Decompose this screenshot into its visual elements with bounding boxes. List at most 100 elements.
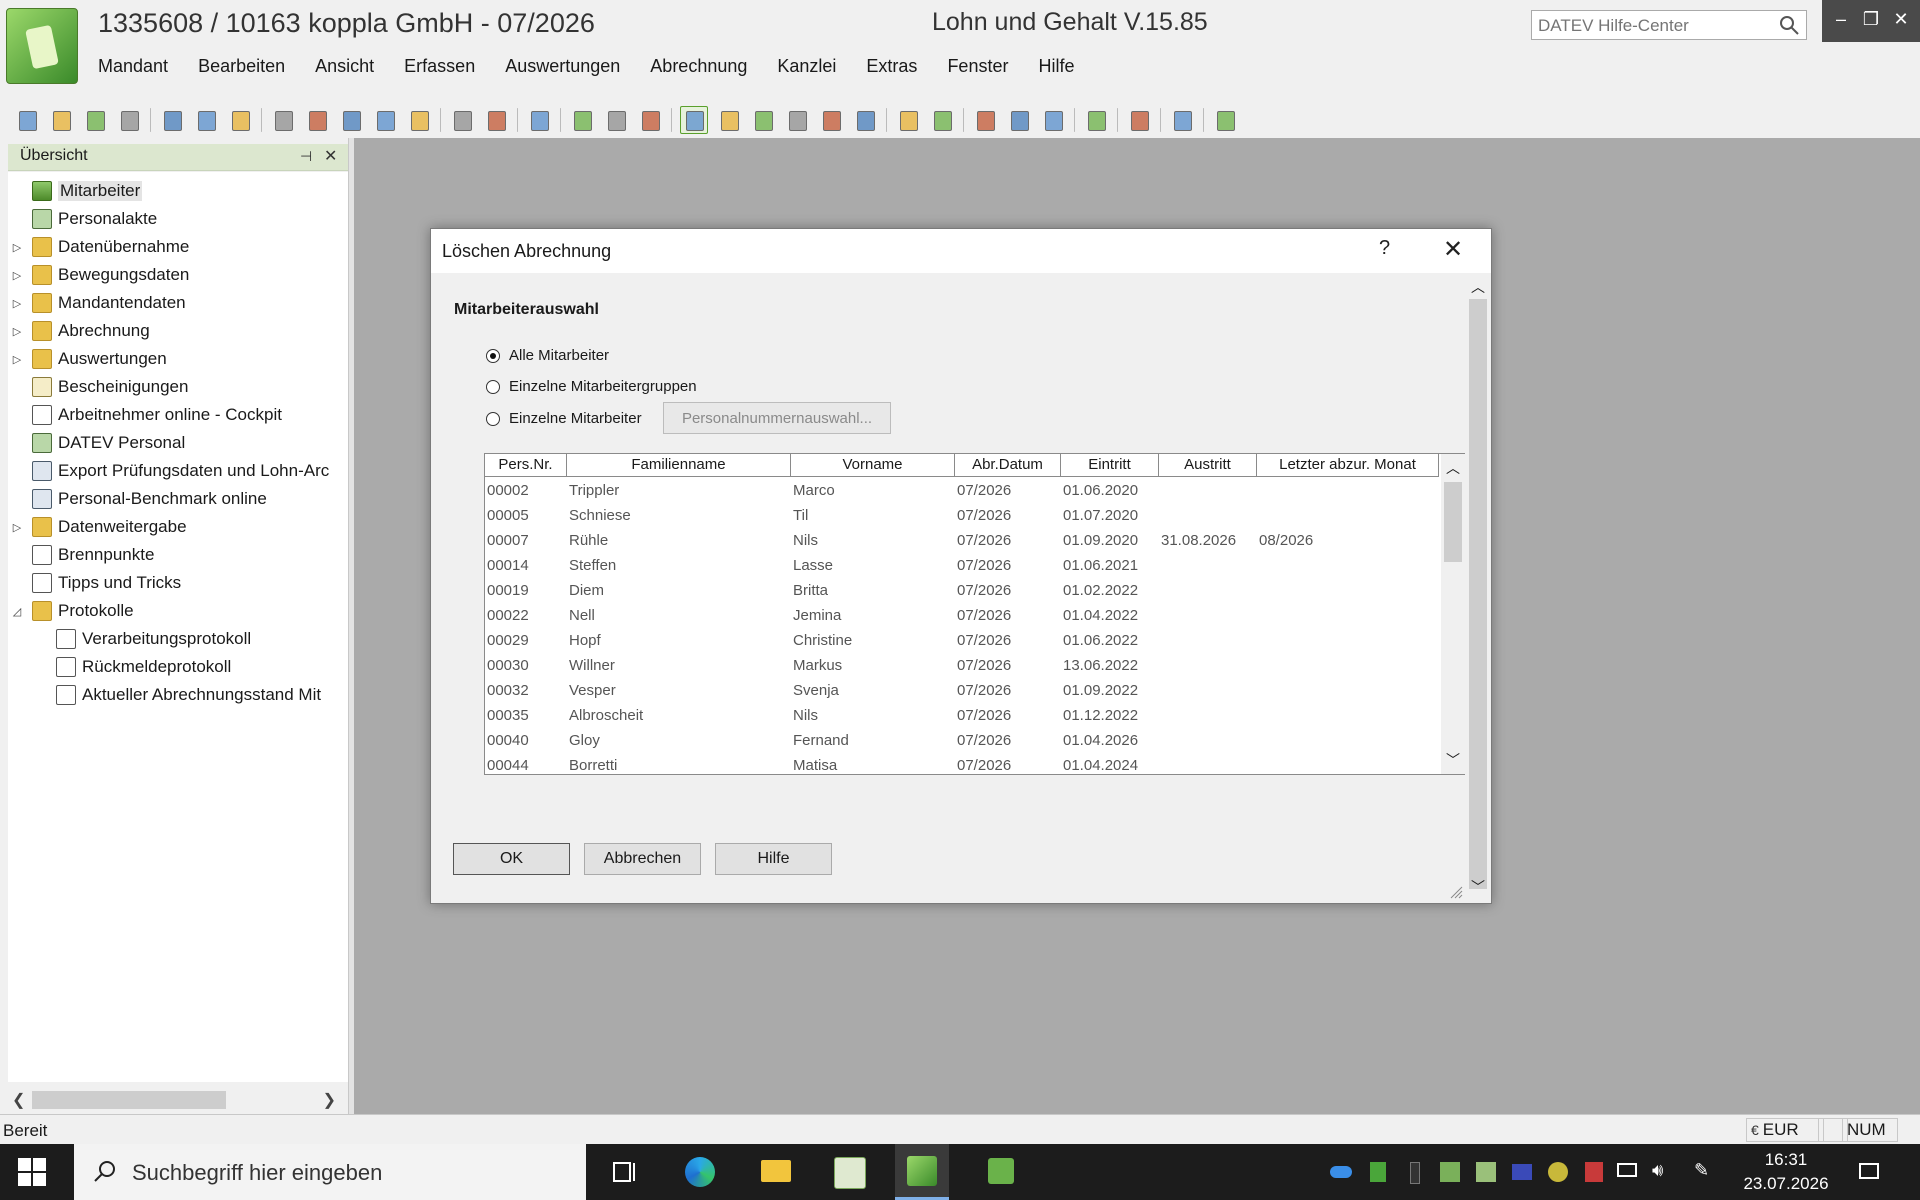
form-icon[interactable] <box>338 107 364 133</box>
expand-arrow-icon[interactable]: ▷ <box>10 269 24 282</box>
tree-item-rückmeldeprotokoll[interactable]: Rückmeldeprotokoll <box>34 654 231 680</box>
table-icon[interactable] <box>852 107 878 133</box>
close-button[interactable]: ✕ <box>1890 8 1912 30</box>
table-row[interactable]: 00030 Willner Markus 07/2026 13.06.2022 <box>485 653 1439 678</box>
scroll-down-icon[interactable]: ﹀ <box>1446 750 1460 770</box>
lohn-und-gehalt-taskbar-icon[interactable] <box>895 1144 949 1200</box>
expand-arrow-icon[interactable]: ◿ <box>10 605 24 618</box>
volume-icon[interactable]: 🔊︎ <box>1652 1160 1676 1184</box>
dialog-help-icon[interactable]: ? <box>1379 237 1390 260</box>
menu-auswertungen[interactable]: Auswertungen <box>505 56 620 82</box>
tree-icon[interactable] <box>680 106 708 134</box>
table-vertical-scrollbar[interactable]: ︿ ﹀ <box>1441 454 1465 774</box>
column-header[interactable]: Familienname <box>567 454 791 476</box>
close-overview-icon[interactable]: ✕ <box>324 146 337 166</box>
telescope-icon[interactable] <box>1212 107 1238 133</box>
tree-item-mitarbeiter[interactable]: Mitarbeiter <box>10 178 143 204</box>
column-header[interactable]: Austritt <box>1159 454 1257 476</box>
scroll-left-icon[interactable]: ❮ <box>12 1090 25 1110</box>
tray-app5-icon[interactable] <box>1546 1160 1570 1184</box>
help-search-input[interactable] <box>1532 11 1779 41</box>
radio-single-employees-icon[interactable] <box>486 411 500 426</box>
tree-item-datev-personal[interactable]: DATEV Personal <box>10 430 185 456</box>
expand-arrow-icon[interactable]: ▷ <box>10 325 24 338</box>
personnel-number-selection-button[interactable]: Personalnummernauswahl... <box>663 402 891 434</box>
print-icon[interactable] <box>193 107 219 133</box>
menu-extras[interactable]: Extras <box>866 56 917 82</box>
export-icon[interactable] <box>929 107 955 133</box>
help-button[interactable]: Hilfe <box>715 843 832 875</box>
expand-arrow-icon[interactable]: ▷ <box>10 241 24 254</box>
calendar-31-icon[interactable] <box>1040 107 1066 133</box>
print-preview-icon[interactable] <box>159 107 185 133</box>
tree-item-personalakte[interactable]: Personalakte <box>10 206 157 232</box>
tree-item-personal-benchmark-online[interactable]: Personal-Benchmark online <box>10 486 267 512</box>
tray-help-icon[interactable] <box>1582 1160 1606 1184</box>
menu-mandant[interactable]: Mandant <box>98 56 168 82</box>
edge-browser-icon[interactable] <box>673 1144 727 1200</box>
task-view-icon[interactable] <box>597 1144 651 1200</box>
employee-list-icon[interactable] <box>784 107 810 133</box>
table-row[interactable]: 00022 Nell Jemina 07/2026 01.04.2022 <box>485 603 1439 628</box>
tray-app-icon[interactable] <box>1366 1160 1390 1184</box>
column-header[interactable]: Letzter abzur. Monat <box>1257 454 1439 476</box>
folder-icon[interactable] <box>82 107 108 133</box>
expand-arrow-icon[interactable]: ▷ <box>10 353 24 366</box>
tree-item-tipps-und-tricks[interactable]: Tipps und Tricks <box>10 570 181 596</box>
radio-single-employees[interactable]: Einzelne Mitarbeiter <box>486 410 642 427</box>
paste-icon[interactable] <box>637 107 663 133</box>
tree-item-bewegungsdaten[interactable]: ▷ Bewegungsdaten <box>10 262 189 288</box>
windows-start-icon[interactable] <box>18 1158 46 1186</box>
table-row[interactable]: 00014 Steffen Lasse 07/2026 01.06.2021 <box>485 553 1439 578</box>
menu-kanzlei[interactable]: Kanzlei <box>777 56 836 82</box>
help-center-search[interactable] <box>1531 10 1807 41</box>
network-icon[interactable] <box>1616 1160 1640 1184</box>
pen-icon[interactable]: ✎ <box>1694 1160 1718 1184</box>
radio-all-employees-icon[interactable] <box>486 348 500 363</box>
check-icon[interactable] <box>1083 107 1109 133</box>
scrollbar-thumb[interactable] <box>1469 299 1487 889</box>
radio-all-employees[interactable]: Alle Mitarbeiter <box>486 347 609 364</box>
tree-item-bescheinigungen[interactable]: Bescheinigungen <box>10 374 188 400</box>
refresh-icon[interactable] <box>1169 107 1195 133</box>
tray-app3-icon[interactable] <box>1474 1160 1498 1184</box>
table-row[interactable]: 00035 Albroscheit Nils 07/2026 01.12.2022 <box>485 703 1439 728</box>
tree-item-auswertungen[interactable]: ▷ Auswertungen <box>10 346 167 372</box>
dialog-close-icon[interactable]: ✕ <box>1443 235 1463 264</box>
calendar-icon[interactable] <box>483 107 509 133</box>
table-row[interactable]: 00032 Vesper Svenja 07/2026 01.09.2022 <box>485 678 1439 703</box>
search-icon[interactable] <box>1778 14 1800 36</box>
calendar-edit-icon[interactable] <box>449 107 475 133</box>
notification-icon[interactable] <box>1858 1160 1882 1184</box>
edit-icon[interactable] <box>818 107 844 133</box>
tree-item-brennpunkte[interactable]: Brennpunkte <box>10 542 154 568</box>
table-row[interactable]: 00029 Hopf Christine 07/2026 01.06.2022 <box>485 628 1439 653</box>
scrollbar-thumb[interactable] <box>1444 482 1462 562</box>
pin-icon[interactable]: ⊣ <box>300 148 312 165</box>
tree-item-datenweitergabe[interactable]: ▷ Datenweitergabe <box>10 514 187 540</box>
undo-icon[interactable] <box>526 107 552 133</box>
expand-arrow-icon[interactable]: ▷ <box>10 297 24 310</box>
open-folder-icon[interactable] <box>48 107 74 133</box>
handshake-icon[interactable] <box>372 107 398 133</box>
scroll-down-icon[interactable]: ﹀ <box>1471 877 1485 897</box>
tree-item-abrechnung[interactable]: ▷ Abrechnung <box>10 318 150 344</box>
tray-app4-icon[interactable] <box>1510 1160 1534 1184</box>
table-row[interactable]: 00007 Rühle Nils 07/2026 01.09.2020 31.08.202… <box>485 528 1439 553</box>
employee-search-icon[interactable] <box>750 107 776 133</box>
taskbar-clock[interactable]: 16:31 23.07.2026 <box>1738 1148 1834 1196</box>
radio-employee-groups[interactable]: Einzelne Mitarbeitergruppen <box>486 378 697 395</box>
tree-item-mandantendaten[interactable]: ▷ Mandantendaten <box>10 290 186 316</box>
ok-button[interactable]: OK <box>453 843 570 875</box>
menu-fenster[interactable]: Fenster <box>947 56 1008 82</box>
document-info-icon[interactable] <box>1006 107 1032 133</box>
save-icon[interactable] <box>116 107 142 133</box>
onedrive-icon[interactable] <box>1330 1160 1354 1184</box>
employee-icon[interactable] <box>716 107 742 133</box>
tree-item-aktueller-abrechnungsstand-mit[interactable]: Aktueller Abrechnungsstand Mit <box>34 682 321 708</box>
network-icon[interactable] <box>227 107 253 133</box>
import-icon[interactable] <box>895 107 921 133</box>
scroll-up-icon[interactable]: ︿ <box>1471 277 1485 297</box>
tray-app2-icon[interactable] <box>1438 1160 1462 1184</box>
taskbar-search-box[interactable]: Suchbegriff hier eingeben <box>74 1144 586 1200</box>
